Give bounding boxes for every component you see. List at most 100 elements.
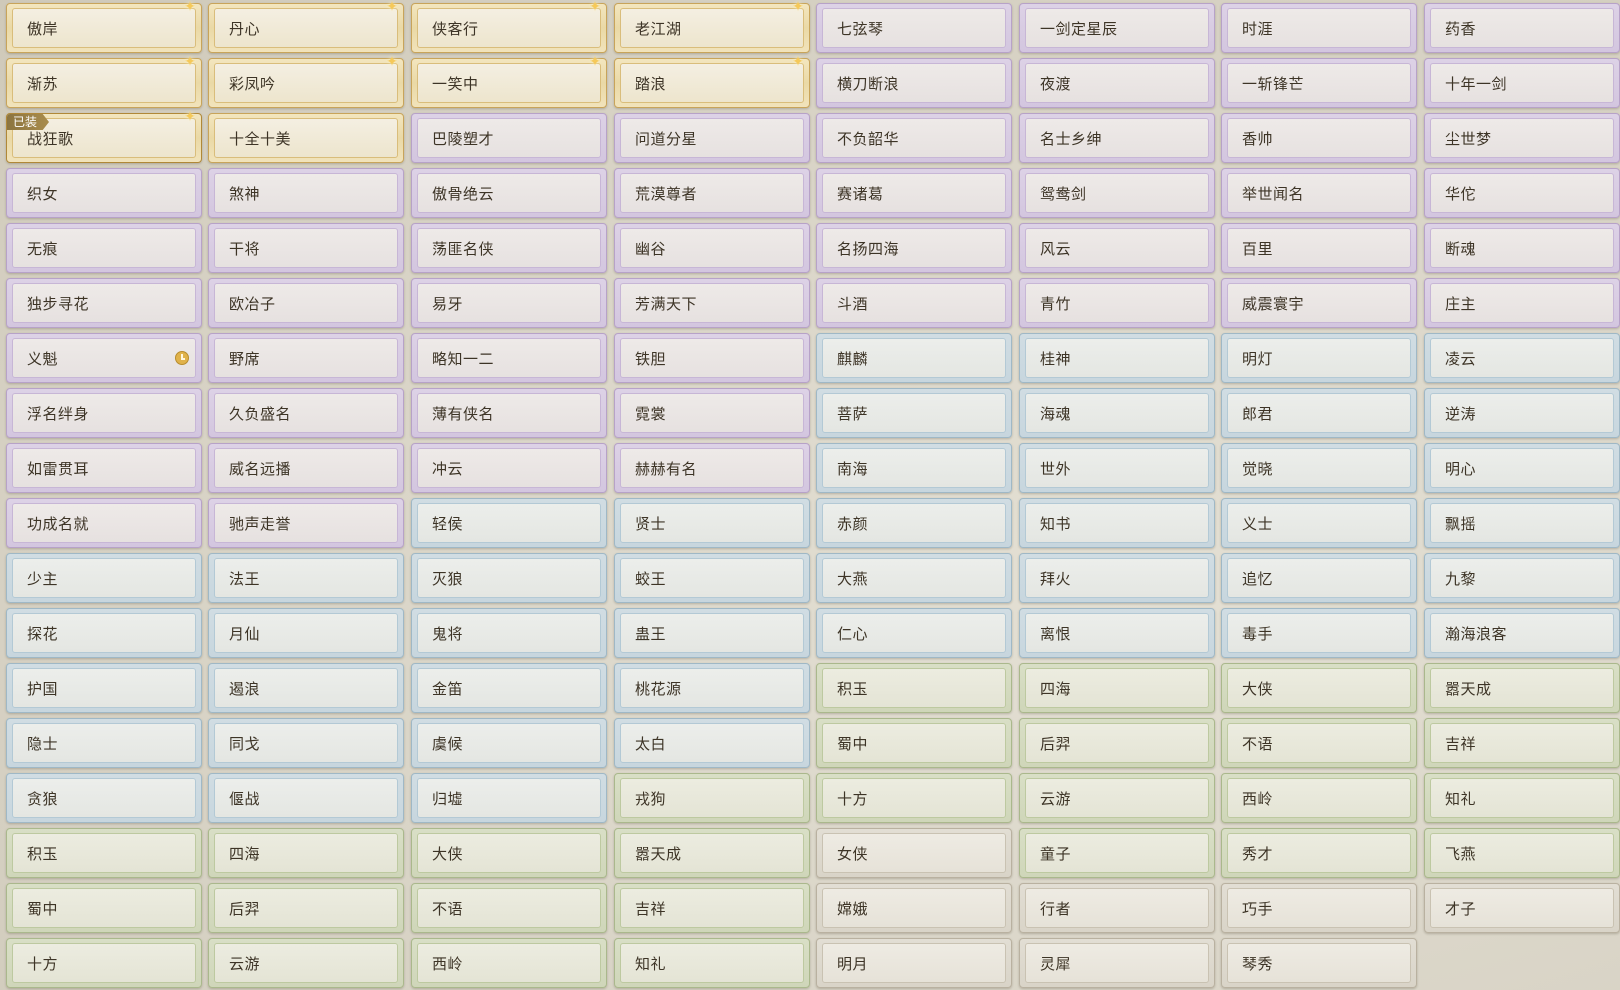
title-tile[interactable]: 偃战	[208, 773, 404, 823]
title-tile[interactable]: 十年一剑	[1424, 58, 1620, 108]
title-tile[interactable]: 野席	[208, 333, 404, 383]
title-tile[interactable]: 十全十美	[208, 113, 404, 163]
title-tile[interactable]: 傲岸 ✦	[6, 0, 202, 53]
title-tile[interactable]: 赛诸葛	[816, 168, 1012, 218]
title-tile[interactable]: 时涯	[1221, 3, 1417, 53]
title-tile[interactable]: 秀才	[1221, 828, 1417, 878]
title-tile[interactable]: 威名远播	[208, 443, 404, 493]
title-tile[interactable]: 霓裳	[614, 388, 810, 438]
title-tile[interactable]: 赫赫有名	[614, 443, 810, 493]
title-tile[interactable]: 明月	[816, 938, 1012, 988]
title-tile[interactable]: 菩萨	[816, 388, 1012, 438]
title-tile[interactable]: 灭狼	[411, 553, 607, 603]
title-tile[interactable]: 后羿	[208, 883, 404, 933]
title-tile[interactable]: 瀚海浪客	[1424, 608, 1620, 658]
title-tile[interactable]: 一斩锋芒	[1221, 58, 1417, 108]
title-tile[interactable]: 青竹	[1019, 278, 1215, 328]
title-tile[interactable]: 西岭	[1221, 773, 1417, 823]
title-tile[interactable]: 积玉	[816, 663, 1012, 713]
title-tile[interactable]: 风云	[1019, 223, 1215, 273]
title-tile[interactable]: 百里	[1221, 223, 1417, 273]
title-tile[interactable]: 芳满天下	[614, 278, 810, 328]
title-tile[interactable]: 贤士	[614, 498, 810, 548]
title-tile[interactable]: 隐士	[6, 718, 202, 768]
title-tile[interactable]: 傲骨绝云	[411, 168, 607, 218]
title-tile[interactable]: 虞候	[411, 718, 607, 768]
title-tile[interactable]: 童子	[1019, 828, 1215, 878]
title-tile[interactable]: 药香	[1424, 3, 1620, 53]
title-tile[interactable]: 丹心 ✦	[208, 0, 404, 53]
title-tile[interactable]: 护国	[6, 663, 202, 713]
title-tile[interactable]: 不负韶华	[816, 113, 1012, 163]
title-tile[interactable]: 知书	[1019, 498, 1215, 548]
title-tile[interactable]: 四海	[1019, 663, 1215, 713]
title-tile[interactable]: 赤颜	[816, 498, 1012, 548]
title-tile[interactable]: 一剑定星辰	[1019, 3, 1215, 53]
title-tile[interactable]: 灵犀	[1019, 938, 1215, 988]
title-tile[interactable]: 庄主	[1424, 278, 1620, 328]
title-tile[interactable]: 九黎	[1424, 553, 1620, 603]
title-tile[interactable]: 西岭	[411, 938, 607, 988]
title-tile[interactable]: 义魁	[6, 333, 202, 383]
title-tile[interactable]: 独步寻花	[6, 278, 202, 328]
title-tile[interactable]: 十方	[6, 938, 202, 988]
title-tile[interactable]: 断魂	[1424, 223, 1620, 273]
title-tile[interactable]: 斗酒	[816, 278, 1012, 328]
title-tile[interactable]: 凌云	[1424, 333, 1620, 383]
title-tile[interactable]: 功成名就	[6, 498, 202, 548]
title-tile[interactable]: 戎狗	[614, 773, 810, 823]
title-tile[interactable]: 明心	[1424, 443, 1620, 493]
title-tile[interactable]: 蛊王	[614, 608, 810, 658]
title-tile[interactable]: 久负盛名	[208, 388, 404, 438]
title-tile[interactable]: 彩凤吟 ✦	[208, 55, 404, 108]
title-tile[interactable]: 桃花源	[614, 663, 810, 713]
title-tile[interactable]: 侠客行 ✦	[411, 0, 607, 53]
title-tile[interactable]: 香帅	[1221, 113, 1417, 163]
title-tile[interactable]: 织女	[6, 168, 202, 218]
title-tile[interactable]: 云游	[208, 938, 404, 988]
title-tile[interactable]: 琴秀	[1221, 938, 1417, 988]
title-tile[interactable]: 少主	[6, 553, 202, 603]
title-tile[interactable]: 嚣天成	[614, 828, 810, 878]
title-tile[interactable]: 幽谷	[614, 223, 810, 273]
title-tile[interactable]: 吉祥	[614, 883, 810, 933]
title-tile[interactable]: 归墟	[411, 773, 607, 823]
title-tile[interactable]: 鸳鸯剑	[1019, 168, 1215, 218]
title-tile[interactable]: 巧手	[1221, 883, 1417, 933]
title-tile[interactable]: 积玉	[6, 828, 202, 878]
title-tile[interactable]: 铁胆	[614, 333, 810, 383]
title-tile[interactable]: 七弦琴	[816, 3, 1012, 53]
title-tile[interactable]: 略知一二	[411, 333, 607, 383]
title-tile[interactable]: 轻侯	[411, 498, 607, 548]
title-tile[interactable]: 觉晓	[1221, 443, 1417, 493]
title-tile[interactable]: 知礼	[1424, 773, 1620, 823]
title-tile[interactable]: 追忆	[1221, 553, 1417, 603]
title-tile[interactable]: 冲云	[411, 443, 607, 493]
title-tile[interactable]: 行者	[1019, 883, 1215, 933]
title-tile[interactable]: 太白	[614, 718, 810, 768]
title-tile[interactable]: 踏浪 ✦	[614, 55, 810, 108]
title-tile[interactable]: 煞神	[208, 168, 404, 218]
title-tile[interactable]: 一笑中 ✦	[411, 55, 607, 108]
title-tile[interactable]: 威震寰宇	[1221, 278, 1417, 328]
title-tile[interactable]: 后羿	[1019, 718, 1215, 768]
title-tile[interactable]: 麒麟	[816, 333, 1012, 383]
title-tile[interactable]: 同戈	[208, 718, 404, 768]
title-tile[interactable]: 华佗	[1424, 168, 1620, 218]
title-tile[interactable]: 仁心	[816, 608, 1012, 658]
title-tile[interactable]: 云游	[1019, 773, 1215, 823]
title-tile[interactable]: 明灯	[1221, 333, 1417, 383]
title-tile[interactable]: 驰声走誉	[208, 498, 404, 548]
title-tile[interactable]: 逆涛	[1424, 388, 1620, 438]
title-tile[interactable]: 世外	[1019, 443, 1215, 493]
title-tile[interactable]: 横刀断浪	[816, 58, 1012, 108]
title-tile[interactable]: 浮名绊身	[6, 388, 202, 438]
title-tile[interactable]: 大侠	[411, 828, 607, 878]
title-tile[interactable]: 不语	[411, 883, 607, 933]
title-tile[interactable]: 问道分星	[614, 113, 810, 163]
title-tile[interactable]: 毒手	[1221, 608, 1417, 658]
title-tile[interactable]: 薄有侠名	[411, 388, 607, 438]
title-tile[interactable]: 嫦娥	[816, 883, 1012, 933]
title-tile[interactable]: 蜀中	[816, 718, 1012, 768]
title-tile[interactable]: 义士	[1221, 498, 1417, 548]
